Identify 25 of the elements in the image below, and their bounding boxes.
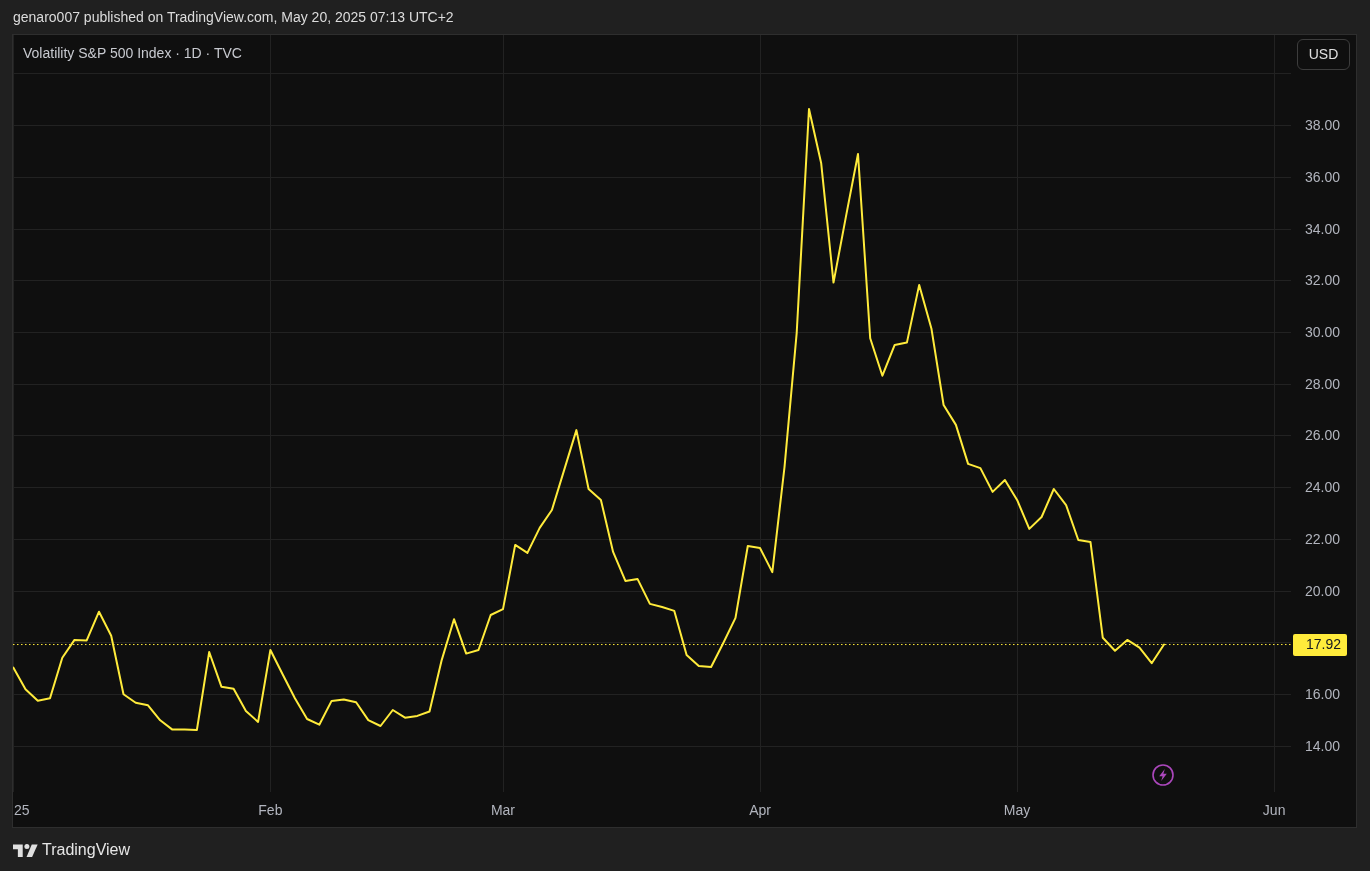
currency-button[interactable]: USD <box>1297 39 1350 70</box>
time-axis-label: Jun <box>1262 802 1286 818</box>
time-axis-label: Apr <box>749 802 771 818</box>
brand-name: TradingView <box>42 839 131 860</box>
price-axis-label: 28.00 <box>1304 375 1340 392</box>
logo-icon <box>13 842 38 857</box>
time-axis-label: Feb <box>258 802 283 818</box>
price-axis-label: 24.00 <box>1304 479 1340 496</box>
chart-title: Volatility S&P 500 Index · 1D · TVC <box>23 44 242 62</box>
price-axis-label: 36.00 <box>1304 168 1340 185</box>
price-axis-label: 30.00 <box>1304 324 1340 340</box>
price-axis-label: 14.00 <box>1304 737 1340 754</box>
publish-attribution: genaro007 published on TradingView.com, May 20, 2025 07:13 UTC+2 <box>13 7 454 27</box>
time-axis-label: 25 <box>14 802 30 818</box>
last-price-label: 17.92 <box>1293 633 1347 656</box>
price-axis-label: 32.00 <box>1304 272 1340 289</box>
price-axis-label: 34.00 <box>1304 220 1340 237</box>
price-axis-label: 38.00 <box>1304 117 1340 134</box>
price-axis-label: 26.00 <box>1304 427 1340 444</box>
lightning-icon[interactable] <box>1152 764 1174 786</box>
price-axis-label: 16.00 <box>1304 686 1340 703</box>
price-axis-label: 22.00 <box>1304 531 1340 547</box>
price-axis-label: 20.00 <box>1304 582 1340 599</box>
time-axis-label: Mar <box>490 802 515 818</box>
time-axis-label: May <box>1003 802 1031 818</box>
